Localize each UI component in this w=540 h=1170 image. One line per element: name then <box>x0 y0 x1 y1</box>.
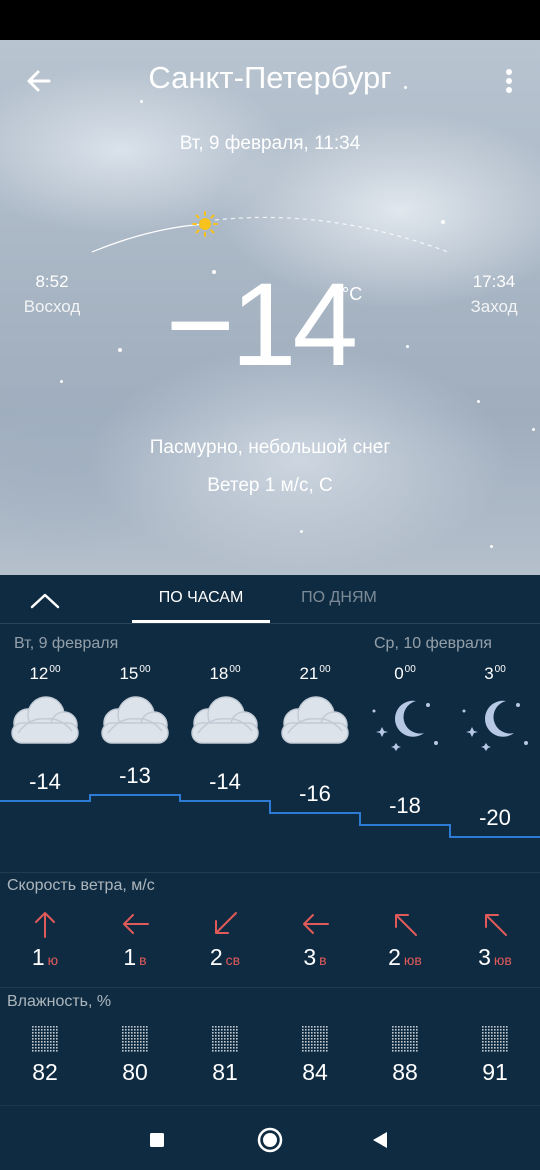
square-icon <box>150 1133 164 1147</box>
humidity-value: 88 <box>392 1059 418 1085</box>
arrow-up-left-icon <box>450 907 540 941</box>
cloud-icon <box>0 687 90 751</box>
section-divider <box>0 987 540 988</box>
arrow-back-icon <box>27 70 51 92</box>
sunset-label: Заход <box>470 297 518 316</box>
humidity-dots-icon <box>180 1023 270 1053</box>
wind-speed-value: 1в <box>123 944 147 970</box>
back-nav-button[interactable] <box>364 1123 398 1157</box>
current-datetime: Вт, 9 февраля, 11:34 <box>179 133 361 154</box>
wind-section-title: Скорость ветра, м/с <box>7 877 155 894</box>
humidity-value: 91 <box>482 1059 508 1085</box>
arrow-left-icon <box>90 907 180 941</box>
arrow-left-icon <box>270 907 360 941</box>
wind-direction: в <box>319 952 327 968</box>
humidity-value: 81 <box>212 1059 238 1085</box>
wind-speed-value: 1ю <box>31 944 59 970</box>
tab-divider <box>0 623 540 624</box>
forecast-hour-label: 1500 <box>119 664 151 683</box>
sunset-time: 17:34 <box>472 272 516 291</box>
forecast-temperature: -18 <box>389 793 421 818</box>
wind-speed-value: 2 юв <box>388 944 422 970</box>
current-wind: Ветер 1 м/с, С <box>207 475 333 496</box>
humidity-dots-icon <box>0 1023 90 1053</box>
humidity-value: 82 <box>32 1059 58 1085</box>
day-label-second: Ср, 10 февраля <box>374 635 492 652</box>
wind-direction: в <box>139 952 147 968</box>
cloud-icon <box>180 687 270 751</box>
circle-icon <box>257 1127 283 1153</box>
humidity-value: 84 <box>302 1059 328 1085</box>
snowflake <box>118 348 122 352</box>
sunrise-time: 8:52 <box>35 272 69 291</box>
forecast-hour-label: 300 <box>484 664 506 683</box>
home-button[interactable] <box>253 1123 287 1157</box>
more-options-button[interactable] <box>494 64 524 98</box>
wind-speed-value: 3 юв <box>478 944 512 970</box>
wind-direction: юв <box>493 952 512 968</box>
wind-speed-value: 2 св <box>209 944 241 970</box>
snowflake <box>140 100 143 103</box>
humidity-dots-icon <box>360 1023 450 1053</box>
snowflake <box>490 545 493 548</box>
wind-direction: юв <box>403 952 422 968</box>
chevron-up-icon <box>30 593 60 609</box>
wind-direction: св <box>225 952 241 968</box>
arrow-up-left-icon <box>360 907 450 941</box>
humidity-section-title: Влажность, % <box>7 993 112 1010</box>
city-title: Санкт-Петербург <box>148 60 392 95</box>
wind-speed-value: 3в <box>303 944 327 970</box>
cloud-icon <box>270 687 360 751</box>
sun-icon <box>192 211 218 237</box>
day-label-first: Вт, 9 февраля <box>14 635 119 652</box>
wind-direction: ю <box>47 952 59 968</box>
more-vert-icon <box>506 69 512 93</box>
moon-stars-icon <box>450 687 540 751</box>
forecast-hour-label: 000 <box>394 664 416 683</box>
arrow-up-icon <box>0 907 90 941</box>
forecast-hour-label: 1800 <box>209 664 241 683</box>
forecast-hour-label: 2100 <box>299 664 331 683</box>
triangle-back-icon <box>373 1132 387 1148</box>
current-temperature: −14 <box>165 259 358 391</box>
system-nav-bar <box>0 1105 540 1170</box>
forecast-hour-label: 1200 <box>29 664 61 683</box>
cloud-icon <box>90 687 180 751</box>
forecast-temperature: -14 <box>209 769 241 794</box>
humidity-dots-icon <box>450 1023 540 1053</box>
forecast-temperature: -20 <box>479 805 511 830</box>
snowflake <box>60 380 63 383</box>
recent-apps-button[interactable] <box>140 1123 174 1157</box>
section-divider <box>0 872 540 873</box>
humidity-value: 80 <box>122 1059 148 1085</box>
current-weather-hero: Санкт-Петербург Вт, 9 февраля, 11:34 8:5… <box>0 40 540 575</box>
back-button[interactable] <box>22 64 56 98</box>
sunrise-label: Восход <box>23 297 81 316</box>
tab-daily[interactable]: ПО ДНЯМ <box>270 589 408 607</box>
temperature-unit: °C <box>342 284 363 304</box>
collapse-button[interactable] <box>28 589 62 613</box>
humidity-dots-icon <box>90 1023 180 1053</box>
snowflake <box>300 530 303 533</box>
snowflake <box>477 400 480 403</box>
humidity-dots-icon <box>270 1023 360 1053</box>
tab-hourly[interactable]: ПО ЧАСАМ <box>132 589 270 607</box>
snowflake <box>532 428 535 431</box>
moon-stars-icon <box>360 687 450 751</box>
snowflake <box>406 345 409 348</box>
forecast-temperature: -13 <box>119 763 151 788</box>
weather-condition: Пасмурно, небольшой снег <box>149 437 391 458</box>
forecast-temperature: -14 <box>29 769 61 794</box>
forecast-temperature: -16 <box>299 781 331 806</box>
status-bar <box>0 0 540 40</box>
forecast-panel: ПО ЧАСАМ ПО ДНЯМ Вт, 9 февраля Ср, 10 фе… <box>0 575 540 1105</box>
arrow-down-left-icon <box>180 907 270 941</box>
